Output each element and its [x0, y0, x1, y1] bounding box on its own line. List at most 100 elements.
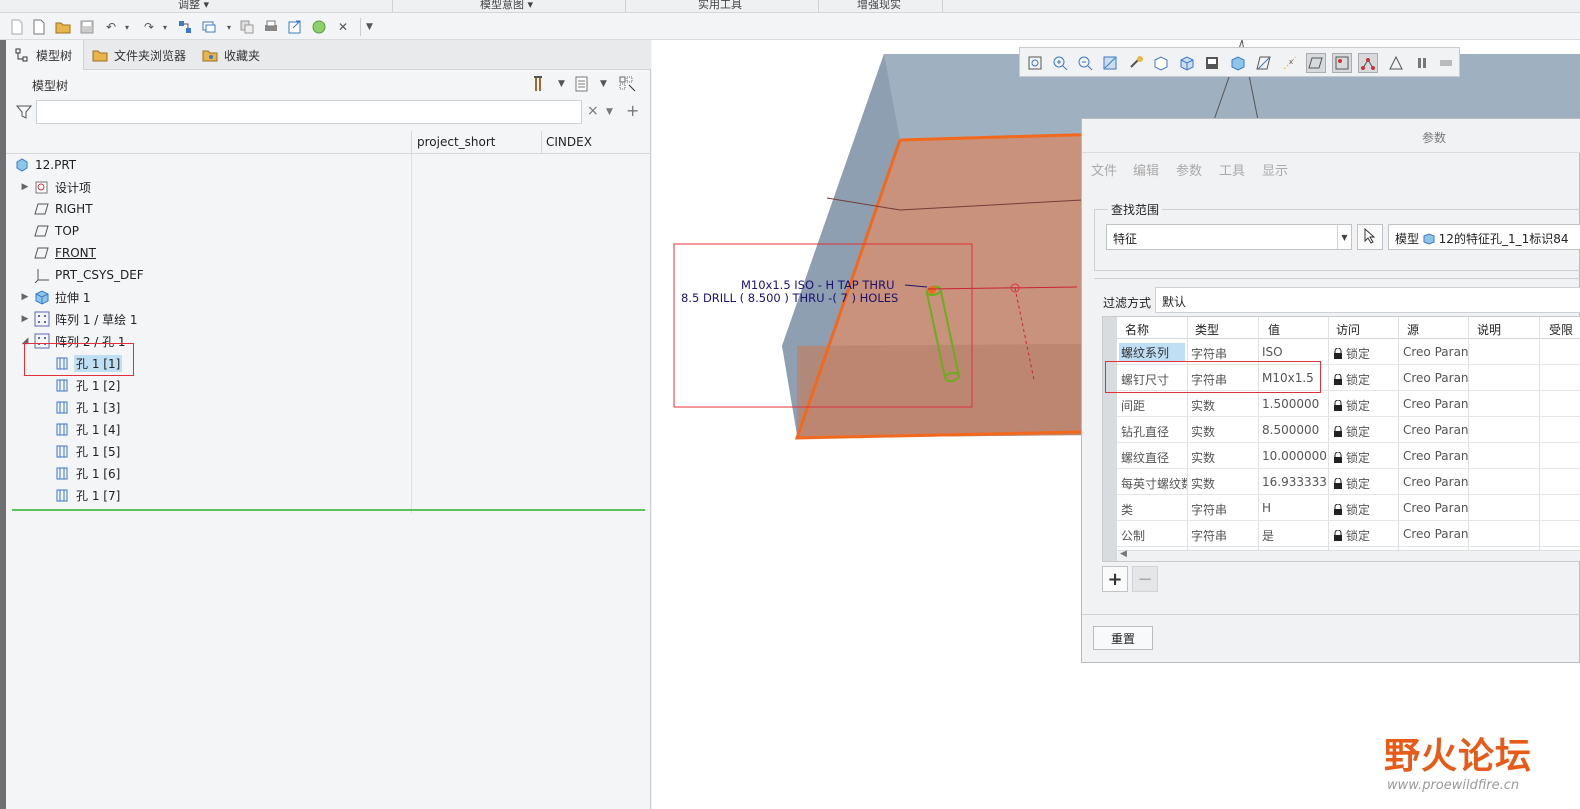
display-style-icon[interactable] — [1151, 53, 1171, 73]
ribbon-group-ar[interactable]: 增强现实 — [857, 0, 901, 12]
tree-item-hole-6[interactable]: 孔 1 [6] — [6, 462, 411, 484]
table-row[interactable]: 间距 实数 1.500000 锁定 Creo Paran — [1117, 391, 1580, 417]
hole-annotation-line-2[interactable]: 8.5 DRILL ( 8.500 ) THRU -( 7 ) HOLES — [681, 291, 898, 305]
warning-display-icon[interactable] — [1386, 53, 1406, 73]
dialog-titlebar[interactable]: 参数 — [1082, 119, 1580, 153]
remove-parameter-button[interactable]: − — [1132, 566, 1158, 592]
windows-icon[interactable] — [200, 18, 218, 36]
zoom-in-icon[interactable] — [1050, 53, 1070, 73]
tree-item-hole-3[interactable]: 孔 1 [3] — [6, 396, 411, 418]
tree-item-hole-5[interactable]: 孔 1 [5] — [6, 440, 411, 462]
tree-search-input[interactable] — [36, 100, 582, 124]
appearance-icon[interactable] — [310, 18, 328, 36]
saved-orientations-icon[interactable] — [1177, 53, 1197, 73]
filter-select[interactable]: 默认 — [1155, 287, 1580, 313]
spin-center-icon[interactable] — [1126, 53, 1146, 73]
tree-item-front[interactable]: FRONT — [6, 242, 411, 264]
table-row[interactable]: 钻孔直径 实数 8.500000 锁定 Creo Paran — [1117, 417, 1580, 443]
watermark-logo: 野火论坛 — [1384, 727, 1532, 779]
model-selector-field[interactable]: 模型 12的特征孔_1_1标识84 — [1388, 224, 1580, 250]
scroll-left-icon[interactable]: ◀ — [1120, 549, 1127, 559]
tree-item-part[interactable]: 12.PRT — [6, 154, 411, 176]
save-icon[interactable] — [78, 18, 96, 36]
tree-item-hole-2[interactable]: 孔 1 [2] — [6, 374, 411, 396]
settings-dropdown-icon[interactable]: ▼ — [558, 74, 565, 94]
column-description[interactable]: 说明 — [1477, 321, 1501, 338]
tree-item-top[interactable]: TOP — [6, 220, 411, 242]
print-icon[interactable] — [262, 18, 280, 36]
zoom-out-icon[interactable] — [1075, 53, 1095, 73]
column-value[interactable]: 值 — [1268, 321, 1280, 338]
folder-browser-icon — [92, 47, 108, 63]
search-options-dropdown-icon[interactable]: ▼ — [606, 107, 613, 117]
select-pointer-button[interactable] — [1357, 224, 1383, 250]
axis-display-icon[interactable]: x — [1280, 53, 1300, 73]
scope-select[interactable]: 特征 ▼ — [1106, 224, 1352, 250]
tree-item-right[interactable]: RIGHT — [6, 198, 411, 220]
menu-tools[interactable]: 工具 — [1219, 160, 1245, 179]
tab-model-tree[interactable]: 模型树 — [6, 40, 84, 70]
perspective-icon[interactable] — [1228, 53, 1248, 73]
copy-icon[interactable] — [238, 18, 256, 36]
column-source[interactable]: 源 — [1407, 321, 1419, 338]
ribbon-group-utilities[interactable]: 实用工具 — [698, 0, 742, 12]
clear-search-icon[interactable]: × — [587, 103, 599, 119]
filter-icon[interactable] — [15, 104, 33, 120]
redo-dropdown-icon[interactable]: ▾ — [156, 18, 174, 36]
reset-button[interactable]: 重置 — [1093, 626, 1153, 650]
table-row[interactable]: 螺纹直径 实数 10.000000 锁定 Creo Paran — [1117, 443, 1580, 469]
table-row[interactable]: 公制 字符串 是 锁定 Creo Paran — [1117, 521, 1580, 547]
tree-item-hole-7[interactable]: 孔 1 [7] — [6, 484, 411, 506]
point-display-icon[interactable] — [1332, 53, 1352, 73]
table-row[interactable]: 类 字符串 H 锁定 Creo Paran — [1117, 495, 1580, 521]
tree-item-hole-4[interactable]: 孔 1 [4] — [6, 418, 411, 440]
ribbon-group-adjust[interactable]: 调整 ▾ — [178, 0, 209, 12]
column-access[interactable]: 访问 — [1336, 321, 1360, 338]
column-project-short[interactable]: project_short — [417, 135, 496, 149]
tree-item-pattern-1[interactable]: ▶ 阵列 1 / 草绘 1 — [6, 308, 411, 330]
column-type[interactable]: 类型 — [1195, 321, 1219, 338]
table-row[interactable]: 每英寸螺纹数 实数 16.933333 锁定 Creo Paran — [1117, 469, 1580, 495]
regenerate-icon[interactable] — [176, 18, 194, 36]
settings-tools-icon[interactable] — [532, 74, 550, 94]
hole-annotation-line-1[interactable]: M10x1.5 ISO - H TAP THRU — [741, 278, 894, 292]
repaint-icon[interactable] — [1100, 53, 1120, 73]
column-cindex[interactable]: CINDEX — [546, 135, 592, 149]
horizontal-scrollbar[interactable]: ◀ — [1117, 549, 1580, 561]
menu-display[interactable]: 显示 — [1262, 160, 1288, 179]
render-icon[interactable] — [1436, 53, 1456, 73]
add-parameter-button[interactable]: + — [1102, 566, 1128, 592]
expand-arrow-icon[interactable]: ▶ — [20, 182, 30, 192]
show-menu-icon[interactable] — [574, 74, 590, 94]
new-icon[interactable] — [30, 18, 48, 36]
customize-toolbar-icon[interactable]: ▼ — [360, 18, 378, 36]
tab-folder-browser[interactable]: 文件夹浏览器 — [84, 40, 194, 70]
refit-icon[interactable] — [1025, 53, 1045, 73]
ribbon-group-model-intent[interactable]: 模型意图 ▾ — [480, 0, 533, 12]
csys-display-icon[interactable] — [1358, 53, 1378, 73]
export-icon[interactable] — [286, 18, 304, 36]
pause-icon[interactable] — [1412, 53, 1432, 73]
tree-item-csys[interactable]: PRT_CSYS_DEF — [6, 264, 411, 286]
annotation-display-icon[interactable] — [1306, 53, 1326, 73]
close-window-icon[interactable]: ✕ — [334, 18, 352, 36]
tree-columns-icon[interactable] — [618, 74, 638, 94]
tab-favorites[interactable]: 收藏夹 — [194, 40, 274, 70]
windows-dropdown-icon[interactable]: ▾ — [220, 18, 238, 36]
column-restricted[interactable]: 受限 — [1549, 321, 1573, 338]
undo-dropdown-icon[interactable]: ▾ — [118, 18, 136, 36]
add-filter-icon[interactable]: + — [626, 101, 639, 120]
tree-item-extrude[interactable]: ▶ 拉伸 1 — [6, 286, 411, 308]
new-file-icon[interactable] — [8, 18, 26, 36]
menu-edit[interactable]: 编辑 — [1133, 160, 1159, 179]
tree-item-design-items[interactable]: ▶ 设计项 — [6, 176, 411, 198]
open-icon[interactable] — [54, 18, 72, 36]
column-name[interactable]: 名称 — [1125, 321, 1149, 338]
view-manager-icon[interactable] — [1202, 53, 1222, 73]
expand-arrow-icon[interactable]: ▶ — [20, 292, 30, 302]
menu-parameters[interactable]: 参数 — [1176, 160, 1202, 179]
expand-arrow-icon[interactable]: ▶ — [20, 314, 30, 324]
plane-display-icon[interactable] — [1254, 53, 1274, 73]
menu-file[interactable]: 文件 — [1091, 160, 1117, 179]
show-dropdown-icon[interactable]: ▼ — [600, 74, 607, 94]
